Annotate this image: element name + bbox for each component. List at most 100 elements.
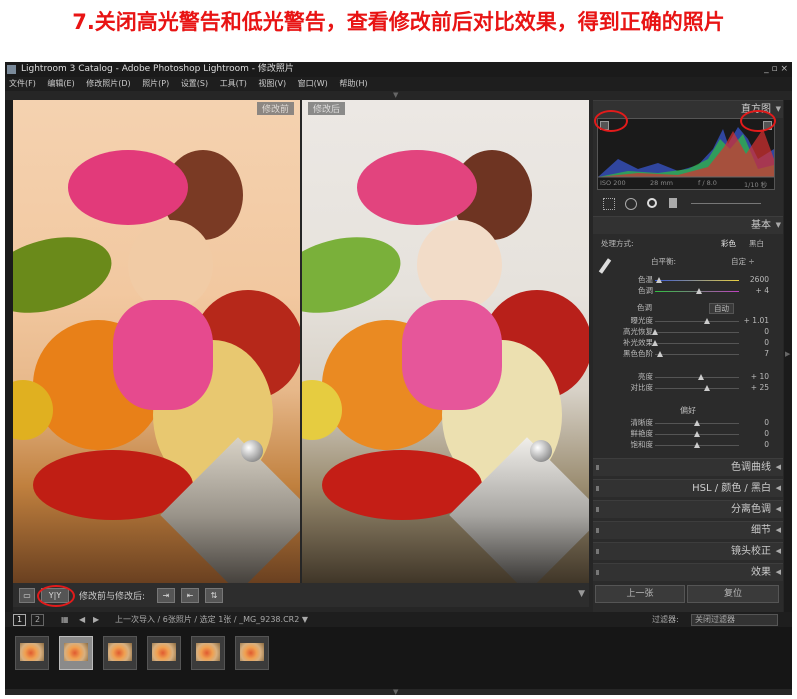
slider-label: 高光恢复 bbox=[623, 327, 653, 336]
section-header[interactable]: 分离色调 ◀ bbox=[593, 500, 783, 518]
section-header[interactable]: 效果 ◀ bbox=[593, 563, 783, 581]
section-title: 效果 bbox=[751, 567, 771, 578]
left-panel-collapsed[interactable] bbox=[5, 100, 13, 612]
menu-file[interactable]: 文件(F) bbox=[9, 79, 36, 88]
wb-eyedropper-icon[interactable] bbox=[598, 258, 612, 274]
presence2-slider[interactable]: 清晰度 0 bbox=[593, 417, 783, 428]
slider-knob[interactable] bbox=[652, 340, 658, 346]
title-bar: Lightroom 3 Catalog - Adobe Photoshop Li… bbox=[5, 62, 792, 77]
doll-dress bbox=[402, 300, 502, 410]
slider-track bbox=[655, 277, 739, 283]
temp-slider[interactable]: 色温 2600 bbox=[593, 274, 783, 285]
wb-row: 白平衡: 自定 ÷ bbox=[593, 256, 783, 274]
slider-label: 补光效果 bbox=[623, 338, 653, 347]
lightroom-window: Lightroom 3 Catalog - Adobe Photoshop Li… bbox=[5, 62, 792, 695]
slider-label: 曝光度 bbox=[630, 316, 654, 325]
tone-slider[interactable]: 曝光度 + 1.01 bbox=[593, 315, 783, 326]
aperture-info: f / 8.0 bbox=[698, 179, 717, 187]
menu-tools[interactable]: 工具(T) bbox=[220, 79, 247, 88]
section-handle-icon bbox=[596, 486, 599, 491]
presence-slider[interactable]: 亮度 + 10 bbox=[593, 371, 783, 382]
bw-option[interactable]: 黑白 bbox=[749, 238, 764, 249]
filmstrip-thumb[interactable] bbox=[147, 636, 181, 670]
monitor-1-button[interactable]: 1 bbox=[13, 614, 26, 626]
slider-knob[interactable] bbox=[698, 374, 705, 380]
reset-button[interactable]: 复位 bbox=[687, 585, 779, 603]
filmstrip-thumb[interactable] bbox=[103, 636, 137, 670]
menu-photo[interactable]: 照片(P) bbox=[142, 79, 169, 88]
tone-slider[interactable]: 高光恢复 0 bbox=[593, 326, 783, 337]
filmstrip-path[interactable]: 上一次导入 / 6张照片 / 选定 1张 / _MG_9238.CR2 ▼ bbox=[115, 612, 308, 627]
right-panel-strip[interactable]: ▶ bbox=[784, 100, 792, 612]
slider-track bbox=[655, 374, 739, 380]
presence2-slider[interactable]: 饱和度 0 bbox=[593, 439, 783, 450]
slider-knob[interactable] bbox=[652, 329, 658, 335]
filmstrip-thumb[interactable] bbox=[15, 636, 49, 670]
redeye-icon[interactable] bbox=[647, 198, 657, 208]
window-controls[interactable]: _ ▫ × bbox=[764, 62, 788, 77]
doll-face bbox=[128, 220, 213, 310]
section-handle-icon bbox=[596, 528, 599, 533]
graduated-filter-icon[interactable] bbox=[669, 198, 677, 208]
forward-arrow-icon[interactable]: ▶ bbox=[93, 612, 99, 627]
slider-track bbox=[655, 431, 739, 437]
menu-bar: 文件(F) 编辑(E) 修改照片(D) 照片(P) 设置(S) 工具(T) 视图… bbox=[5, 77, 792, 91]
top-panel-toggle-icon[interactable]: ▼ bbox=[393, 91, 398, 99]
wb-value[interactable]: 自定 ÷ bbox=[731, 256, 755, 267]
monitor-2-button[interactable]: 2 bbox=[31, 614, 44, 626]
menu-window[interactable]: 窗口(W) bbox=[298, 79, 328, 88]
tone-slider[interactable]: 黑色色阶 7 bbox=[593, 348, 783, 359]
highlight-circle bbox=[37, 585, 75, 607]
section-header[interactable]: 镜头校正 ◀ bbox=[593, 542, 783, 560]
tone-label: 色调 bbox=[637, 303, 652, 312]
filter-select[interactable]: 关闭过滤器 bbox=[691, 614, 778, 626]
swap-button[interactable]: ⇅ bbox=[205, 588, 223, 603]
brush-slider[interactable] bbox=[691, 203, 761, 204]
presence2-slider[interactable]: 鲜艳度 0 bbox=[593, 428, 783, 439]
section-header[interactable]: 细节 ◀ bbox=[593, 521, 783, 539]
slider-knob[interactable] bbox=[694, 442, 700, 448]
slider-value: + 25 bbox=[750, 383, 769, 392]
crop-tool-icon[interactable] bbox=[603, 198, 615, 210]
loupe-view-button[interactable]: ▭ bbox=[19, 588, 35, 603]
filmstrip-thumb[interactable] bbox=[59, 636, 93, 670]
menu-edit[interactable]: 编辑(E) bbox=[47, 79, 74, 88]
slider-knob[interactable] bbox=[656, 277, 663, 283]
copy-before-to-after-button[interactable]: ⇥ bbox=[157, 588, 175, 603]
slider-value: 0 bbox=[764, 338, 769, 347]
tint-slider[interactable]: 色调 + 4 bbox=[593, 285, 783, 296]
bottom-panel-toggle-icon[interactable]: ▼ bbox=[393, 688, 398, 695]
wb-label: 白平衡: bbox=[651, 257, 677, 266]
thumb-image bbox=[152, 643, 176, 661]
presence-slider[interactable]: 对比度 + 25 bbox=[593, 382, 783, 393]
slider-knob[interactable] bbox=[704, 385, 711, 391]
copy-after-to-before-button[interactable]: ⇤ bbox=[181, 588, 199, 603]
toolbar-menu-icon[interactable]: ▼ bbox=[578, 589, 585, 599]
tone-slider[interactable]: 补光效果 0 bbox=[593, 337, 783, 348]
back-arrow-icon[interactable]: ◀ bbox=[79, 612, 85, 627]
section-title: 镜头校正 bbox=[731, 546, 771, 557]
section-header[interactable]: HSL / 颜色 / 黑白 ◀ bbox=[593, 479, 783, 497]
menu-develop[interactable]: 修改照片(D) bbox=[86, 79, 130, 88]
slider-knob[interactable] bbox=[657, 351, 664, 357]
spot-removal-icon[interactable] bbox=[625, 198, 637, 210]
previous-button[interactable]: 上一张 bbox=[595, 585, 685, 603]
grid-icon[interactable]: ▦ bbox=[61, 612, 69, 627]
slider-knob[interactable] bbox=[695, 288, 702, 294]
color-option[interactable]: 彩色 bbox=[721, 238, 736, 249]
thumb-image bbox=[240, 643, 264, 661]
auto-button[interactable]: 自动 bbox=[709, 303, 734, 314]
slider-label: 对比度 bbox=[630, 383, 654, 392]
menu-settings[interactable]: 设置(S) bbox=[181, 79, 208, 88]
slider-knob[interactable] bbox=[694, 431, 700, 437]
filmstrip-thumb[interactable] bbox=[235, 636, 269, 670]
slider-knob[interactable] bbox=[694, 420, 700, 426]
section-header[interactable]: 色调曲线 ◀ bbox=[593, 458, 783, 476]
basic-header[interactable]: 基本 ▼ bbox=[593, 216, 783, 234]
expand-icon: ◀ bbox=[775, 505, 781, 513]
filmstrip-thumb[interactable] bbox=[191, 636, 225, 670]
slider-knob[interactable] bbox=[704, 318, 711, 324]
menu-help[interactable]: 帮助(H) bbox=[339, 79, 367, 88]
menu-view[interactable]: 视图(V) bbox=[258, 79, 286, 88]
app-icon bbox=[7, 65, 16, 74]
